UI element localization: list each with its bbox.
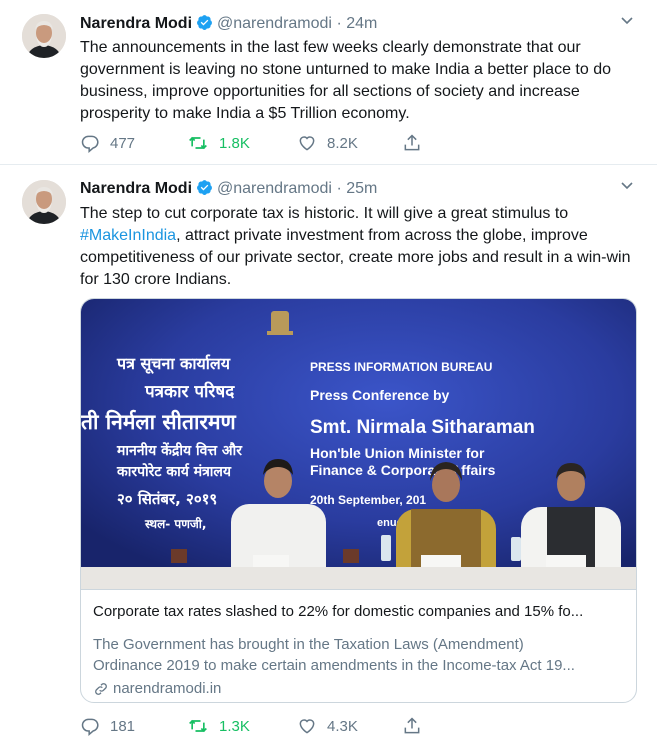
retweet-button[interactable]: 1.8K [187, 132, 250, 154]
card-image[interactable]: पत्र सूचना कार्यालय पत्रकार परिषद ती निर… [81, 299, 636, 589]
reply-icon [81, 135, 99, 153]
banner-hindi-line1: पत्र सूचना कार्यालय [116, 354, 231, 374]
banner-en-line5: Finance & Corporate Affairs [310, 462, 496, 478]
share-button[interactable] [402, 715, 432, 737]
link-icon [95, 683, 107, 695]
retweet-count: 1.3K [219, 717, 250, 735]
share-icon [404, 717, 420, 734]
author-name[interactable]: Narendra Modi [80, 15, 192, 32]
tweet[interactable]: Narendra Modi @narendramodi · 24m The ann… [0, 0, 657, 165]
verified-badge-icon [197, 15, 212, 30]
card-description-line: The Government has brought in the Taxati… [93, 636, 524, 653]
like-button[interactable]: 8.2K [297, 132, 358, 154]
banner-en-line3: Smt. Nirmala Sitharaman [310, 417, 535, 438]
timestamp[interactable]: 24m [346, 15, 377, 32]
timestamp[interactable]: 25m [346, 180, 377, 197]
heart-icon [299, 719, 315, 734]
separator-dot: · [336, 180, 342, 197]
reply-count: 181 [110, 717, 136, 735]
banner-hindi-line6: २० सितंबर, २०१९ [117, 490, 217, 508]
retweet-button[interactable]: 1.3K [187, 715, 250, 737]
retweet-icon [189, 719, 207, 733]
like-count: 4.3K [327, 717, 358, 735]
card-body[interactable]: Corporate tax rates slashed to 22% for d… [81, 589, 636, 702]
chevron-down-icon[interactable] [619, 177, 635, 193]
like-button[interactable]: 4.3K [297, 715, 358, 737]
tweet-actions: 477 1.8K 8.2K [80, 132, 550, 154]
banner-en-line2: Press Conference by [310, 387, 449, 403]
tweet-text: The announcements in the last few weeks … [80, 39, 612, 122]
retweet-count: 1.8K [219, 134, 250, 152]
author-handle[interactable]: @narendramodi [217, 15, 332, 32]
card-title[interactable]: Corporate tax rates slashed to 22% for d… [93, 602, 628, 622]
banner-hindi-line3: ती निर्मला सीतारमण [81, 409, 237, 434]
banner-en-line6: 20th September, 201 [310, 493, 426, 507]
banner-en-line4: Hon'ble Union Minister for [310, 445, 485, 461]
reply-button[interactable]: 181 [80, 715, 135, 737]
link-card[interactable]: पत्र सूचना कार्यालय पत्रकार परिषद ती निर… [80, 298, 637, 703]
card-description: The Government has brought in the Taxati… [93, 634, 628, 676]
avatar[interactable] [22, 14, 66, 58]
retweet-icon [189, 136, 207, 150]
author-name[interactable]: Narendra Modi [80, 180, 192, 197]
reply-count: 477 [110, 134, 136, 152]
tweet-text-part: The step to cut corporate tax is histori… [80, 205, 569, 222]
card-domain-text[interactable]: narendramodi.in [113, 680, 221, 698]
banner-hindi-line4: माननीय केंद्रीय वित्त और [116, 442, 243, 459]
chevron-down-icon[interactable] [619, 12, 635, 28]
banner-hindi-line2: पत्रकार परिषद [144, 381, 235, 402]
separator-dot: · [336, 15, 342, 32]
share-button[interactable] [402, 132, 432, 154]
share-icon [404, 134, 420, 151]
author-handle[interactable]: @narendramodi [217, 180, 332, 197]
card-domain[interactable]: narendramodi.in [93, 680, 221, 698]
banner-en-line1: PRESS INFORMATION BUREAU [310, 360, 492, 374]
banner-hindi-line5: कारपोरेट कार्य मंत्रालय [116, 463, 232, 480]
reply-icon [81, 718, 99, 736]
like-count: 8.2K [327, 134, 358, 152]
tweet[interactable]: Narendra Modi @narendramodi · 25m The ste… [0, 165, 657, 738]
card-description-line: Ordinance 2019 to make certain amendment… [93, 657, 575, 674]
tweet-text: The step to cut corporate tax is histori… [80, 203, 640, 291]
verified-badge-icon [197, 180, 212, 195]
tweet-actions: 181 1.3K 4.3K [80, 715, 550, 737]
tweet-header: Narendra Modi @narendramodi · 25m [80, 179, 377, 199]
avatar[interactable] [22, 180, 66, 224]
hashtag-link[interactable]: #MakeInIndia [80, 227, 176, 244]
reply-button[interactable]: 477 [80, 132, 135, 154]
heart-icon [299, 136, 315, 151]
banner-hindi-line7: स्थल- पणजी, [144, 517, 206, 531]
tweet-header: Narendra Modi @narendramodi · 24m [80, 14, 377, 34]
